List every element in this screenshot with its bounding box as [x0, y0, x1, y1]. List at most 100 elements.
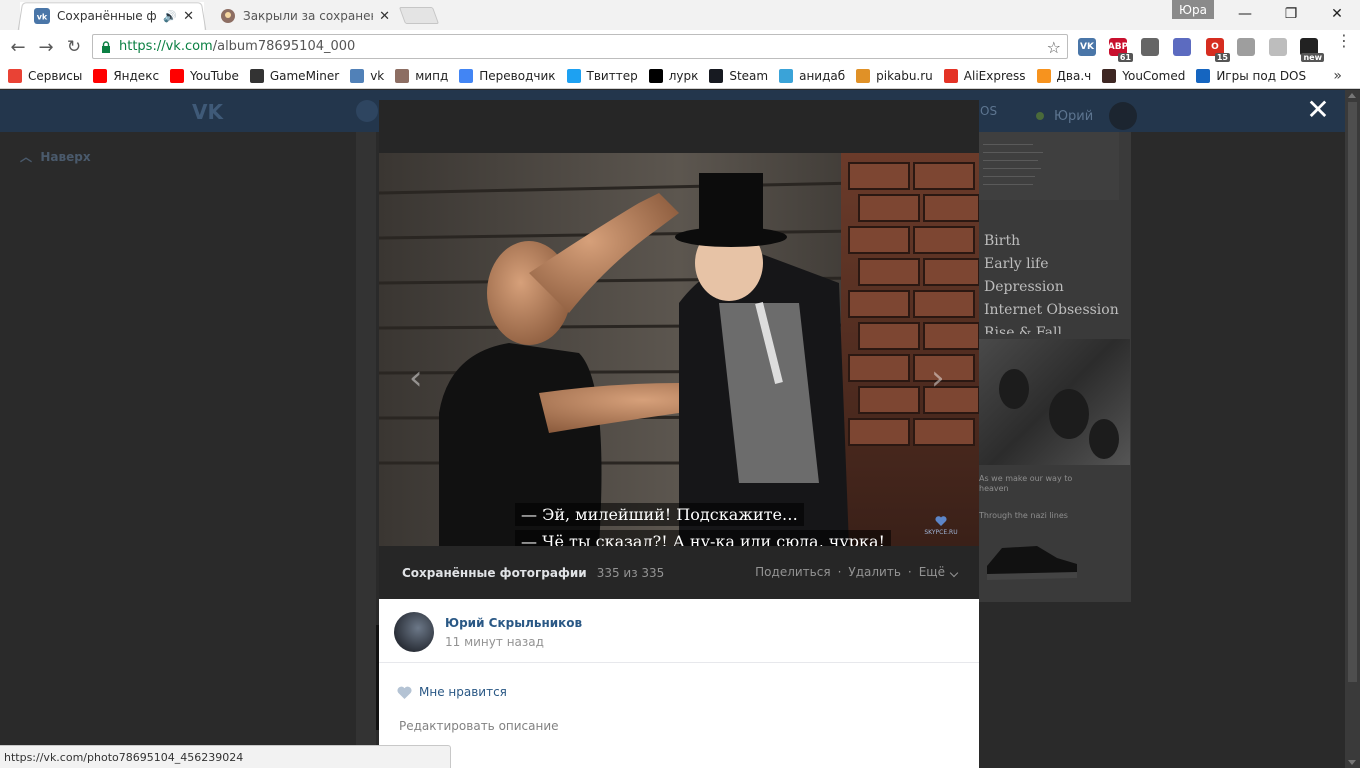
- minimize-button[interactable]: —: [1222, 0, 1268, 28]
- more-button[interactable]: Ещё: [919, 565, 959, 579]
- tab-closed-for-saved[interactable]: Закрыли за сохраненку ✕: [206, 2, 400, 30]
- bookmark-item[interactable]: мипд: [395, 68, 448, 83]
- delete-button[interactable]: Удалить: [848, 565, 901, 579]
- tab-close-icon[interactable]: ✕: [183, 9, 194, 24]
- translate-icon: [459, 68, 474, 83]
- bookmark-item[interactable]: AliExpress: [943, 68, 1026, 83]
- url-text: https://vk.com/album78695104_000: [119, 39, 356, 54]
- photo-illustration: [379, 153, 979, 546]
- bookmark-item[interactable]: YouComed: [1102, 68, 1186, 83]
- avatar[interactable]: [394, 612, 434, 652]
- drive-ext-icon[interactable]: [1173, 38, 1191, 56]
- yandex-icon: [93, 68, 108, 83]
- bookmark-item[interactable]: Яндекс: [93, 68, 160, 83]
- author-name-link[interactable]: Юрий Скрыльников: [445, 616, 582, 630]
- vk-user-name: Юрий: [1054, 108, 1094, 124]
- heart-logo-icon: [935, 516, 947, 526]
- bookmarks-bar: Сервисы Яндекс YouTube GameMiner vk мипд Перев…: [0, 63, 1360, 89]
- bookmarks-overflow-icon[interactable]: »: [1333, 68, 1342, 84]
- scroll-up-icon[interactable]: [1348, 93, 1356, 98]
- prev-photo-icon[interactable]: ‹: [409, 358, 423, 398]
- bookmark-item[interactable]: Steam: [709, 68, 769, 83]
- lock-ext-icon[interactable]: [1237, 38, 1255, 56]
- address-bar[interactable]: https://vk.com/album78695104_000 ☆: [92, 34, 1068, 59]
- bookmark-star-icon[interactable]: ☆: [1047, 38, 1061, 57]
- bookmark-item[interactable]: Переводчик: [459, 68, 556, 83]
- like-button[interactable]: Мне нравится: [397, 685, 507, 699]
- youtube-icon: [170, 68, 185, 83]
- vk-ext-icon[interactable]: VK: [1078, 38, 1096, 56]
- bookmark-label: Яндекс: [113, 68, 160, 83]
- bookmark-label: Steam: [729, 68, 769, 83]
- scrollbar-thumb[interactable]: [1348, 102, 1357, 682]
- post-time[interactable]: 11 минут назад: [445, 635, 544, 649]
- search-icon: [356, 100, 378, 122]
- forward-icon[interactable]: →: [34, 35, 58, 59]
- chevron-down-icon: [949, 568, 959, 578]
- bookmark-label: Сервисы: [28, 68, 83, 83]
- bookmark-label: YouTube: [190, 68, 239, 83]
- photo-bottom-bar: Сохранённые фотографии 335 из 335 Подели…: [379, 546, 979, 599]
- dos-games-icon: [1196, 68, 1211, 83]
- bookmark-label: pikabu.ru: [876, 68, 933, 83]
- svg-text:vk: vk: [37, 13, 48, 22]
- bookmark-item[interactable]: Твиттер: [566, 68, 638, 83]
- bookmark-item[interactable]: vk: [350, 68, 384, 83]
- extension-badge: new: [1301, 53, 1324, 62]
- vk-user-menu: Юрий: [1036, 102, 1138, 130]
- reload-icon[interactable]: ↻: [62, 35, 86, 59]
- adblock-icon[interactable]: ABP 61: [1108, 38, 1133, 62]
- secure-lock-icon: [102, 40, 110, 53]
- feed-column-strip: [356, 132, 376, 768]
- browser-toolbar: ← → ↻ https://vk.com/album78695104_000 ☆…: [0, 30, 1360, 63]
- bookmark-label: Переводчик: [479, 68, 556, 83]
- aliexpress-icon: [943, 68, 958, 83]
- avatar: [1109, 102, 1138, 130]
- window-close-button[interactable]: ✕: [1314, 0, 1360, 28]
- opera-ext-icon[interactable]: O 15: [1206, 38, 1230, 62]
- eye-ext-icon[interactable]: [1141, 38, 1159, 56]
- photo-info-panel: Юрий Скрыльников 11 минут назад Мне нрав…: [379, 599, 979, 768]
- steam-icon: [709, 68, 724, 83]
- photo-image[interactable]: ‹ › — Эй, милейший! Подскажите… — Чё ты …: [379, 153, 979, 546]
- gameminer-icon: [249, 68, 264, 83]
- bookmark-item[interactable]: GameMiner: [249, 68, 340, 83]
- scroll-down-icon[interactable]: [1348, 760, 1356, 765]
- like-label: Мне нравится: [419, 685, 507, 699]
- back-icon[interactable]: ←: [6, 35, 30, 59]
- new-tab-button[interactable]: [398, 7, 440, 24]
- bookmark-label: YouComed: [1122, 68, 1186, 83]
- photo-actions: Поделиться · Удалить · Ещё: [755, 565, 959, 579]
- tab-saved-photos[interactable]: vk Сохранённые фотогр 🔊 ✕: [17, 2, 207, 31]
- back-to-top-link: ︿ Наверх: [20, 150, 91, 164]
- bookmark-item[interactable]: анидаб: [779, 68, 845, 83]
- bookmark-label: Два.ч: [1056, 68, 1092, 83]
- bookmark-item[interactable]: Игры под DOS: [1196, 68, 1306, 83]
- bookmark-item[interactable]: pikabu.ru: [856, 68, 933, 83]
- bookmark-item[interactable]: лурк: [648, 68, 699, 83]
- bookmark-item[interactable]: Сервисы: [8, 68, 83, 83]
- bookmark-item[interactable]: YouTube: [170, 68, 239, 83]
- chrome-menu-icon[interactable]: ⋮: [1336, 33, 1352, 49]
- bookmark-item[interactable]: Два.ч: [1036, 68, 1092, 83]
- tab-strip: vk Сохранённые фотогр 🔊 ✕ Закрыли за сох…: [0, 0, 1360, 31]
- subtitle-line: — Чё ты сказал?! А ну-ка иди сюда, чурка…: [515, 530, 891, 546]
- page-scrollbar[interactable]: [1345, 90, 1360, 768]
- bookmark-label: GameMiner: [269, 68, 340, 83]
- feed-bw-photo: [979, 339, 1130, 465]
- maximize-button[interactable]: ❐: [1268, 0, 1314, 28]
- dvach-icon: [1036, 68, 1051, 83]
- next-photo-icon[interactable]: ›: [931, 358, 945, 398]
- speaker-icon[interactable]: 🔊: [163, 10, 177, 23]
- bookmark-label: Твиттер: [586, 68, 638, 83]
- profile-button[interactable]: Юра: [1172, 0, 1214, 19]
- close-viewer-icon[interactable]: ✕: [1306, 96, 1330, 124]
- share-button[interactable]: Поделиться: [755, 565, 830, 579]
- bookmark-label: лурк: [668, 68, 699, 83]
- tampermonkey-ext-icon[interactable]: [1269, 38, 1287, 56]
- edit-description-link[interactable]: Редактировать описание: [399, 719, 559, 733]
- album-title-link[interactable]: Сохранённые фотографии: [402, 566, 587, 580]
- tab-close-icon[interactable]: ✕: [379, 9, 390, 24]
- mail-ext-icon[interactable]: new: [1300, 38, 1324, 62]
- author-row: Юрий Скрыльников 11 минут назад: [379, 599, 979, 663]
